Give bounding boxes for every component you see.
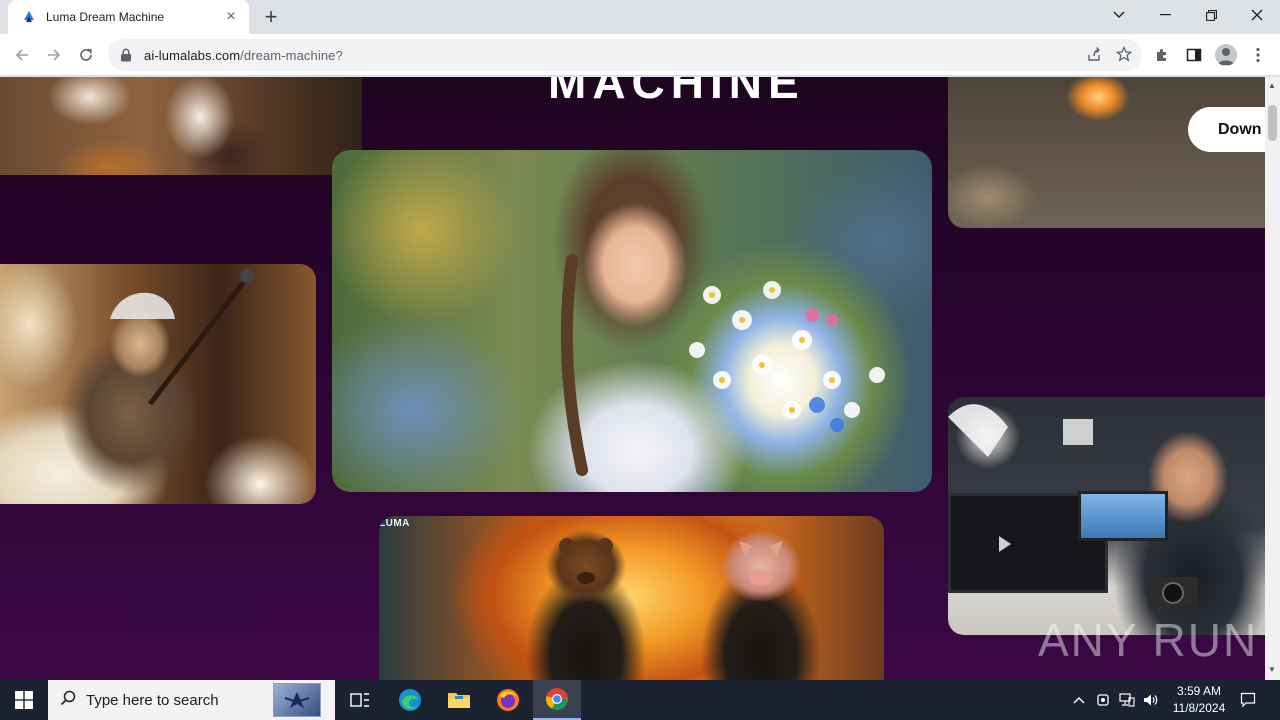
profile-avatar[interactable]	[1212, 41, 1240, 69]
edge-icon[interactable]	[386, 680, 434, 720]
scroll-thumb[interactable]	[1268, 105, 1277, 141]
clock-time: 3:59 AM	[1176, 684, 1222, 698]
new-tab-button[interactable]: +	[258, 4, 284, 30]
download-button[interactable]: Down	[1188, 107, 1265, 152]
extensions-icon[interactable]	[1148, 41, 1176, 69]
search-icon	[60, 690, 76, 711]
scroll-up-icon[interactable]: ▲	[1268, 81, 1276, 90]
browser-tab[interactable]: Luma Dream Machine ×	[8, 0, 249, 34]
minimize-button[interactable]	[1142, 0, 1188, 30]
tab-close-icon[interactable]: ×	[223, 9, 239, 25]
bear-and-pig-image: LUMA	[379, 516, 884, 680]
reload-icon[interactable]	[72, 41, 100, 69]
start-button[interactable]	[0, 680, 48, 720]
bookmark-star-icon[interactable]	[1115, 45, 1133, 67]
lock-icon[interactable]	[120, 48, 134, 62]
notification-center-icon[interactable]	[1236, 680, 1260, 720]
search-highlight-icon	[273, 683, 321, 717]
menu-icon[interactable]	[1244, 41, 1272, 69]
page-scrollbar[interactable]: ▲ ▼	[1265, 77, 1280, 680]
side-panel-icon[interactable]	[1180, 41, 1208, 69]
network-icon[interactable]	[1116, 680, 1138, 720]
address-bar[interactable]: ai-lumalabs.com/dream-machine?	[108, 39, 1142, 71]
tab-strip: Luma Dream Machine × +	[0, 0, 1280, 34]
back-icon[interactable]	[8, 41, 36, 69]
dancers-image	[0, 77, 362, 175]
sage-warrior-image	[0, 264, 316, 504]
anyrun-watermark: ANY RUN	[1038, 614, 1259, 666]
windows-taskbar: Type here to search 3:59 AM 11/8/2024	[0, 680, 1280, 720]
forward-icon[interactable]	[40, 41, 68, 69]
girl-with-flowers-image	[332, 150, 932, 492]
file-explorer-icon[interactable]	[435, 680, 483, 720]
volume-icon[interactable]	[1140, 680, 1162, 720]
firefox-icon[interactable]	[484, 680, 532, 720]
web-page: MACHINE Down LUMA ANY RUN	[0, 77, 1265, 680]
task-view-icon[interactable]	[336, 680, 384, 720]
luma-favicon-icon	[22, 10, 36, 24]
scroll-down-icon[interactable]: ▼	[1268, 665, 1276, 674]
share-icon[interactable]	[1086, 46, 1102, 67]
system-clock[interactable]: 3:59 AM 11/8/2024	[1160, 683, 1238, 717]
clock-date: 11/8/2024	[1172, 701, 1226, 715]
url-domain: ai-lumalabs.com	[144, 47, 241, 63]
browser-toolbar: ai-lumalabs.com/dream-machine?	[0, 34, 1280, 76]
show-hidden-icons-icon[interactable]	[1068, 680, 1090, 720]
windows-logo-icon	[15, 691, 33, 709]
tab-title: Luma Dream Machine	[46, 10, 165, 24]
hero-title: MACHINE	[548, 77, 805, 108]
meet-now-icon[interactable]	[1093, 680, 1113, 720]
explosion-room-image	[948, 77, 1265, 228]
close-window-button[interactable]	[1234, 0, 1280, 30]
tab-search-icon[interactable]	[1096, 0, 1142, 30]
profile-icon	[1215, 44, 1237, 66]
taskbar-search[interactable]: Type here to search	[48, 680, 335, 720]
creator-studio-image	[948, 397, 1265, 635]
restore-button[interactable]	[1188, 0, 1234, 30]
url-text: ai-lumalabs.com/dream-machine?	[144, 48, 343, 63]
url-path: /dream-machine?	[240, 47, 343, 63]
search-placeholder: Type here to search	[86, 691, 219, 709]
chrome-icon[interactable]	[533, 680, 581, 720]
